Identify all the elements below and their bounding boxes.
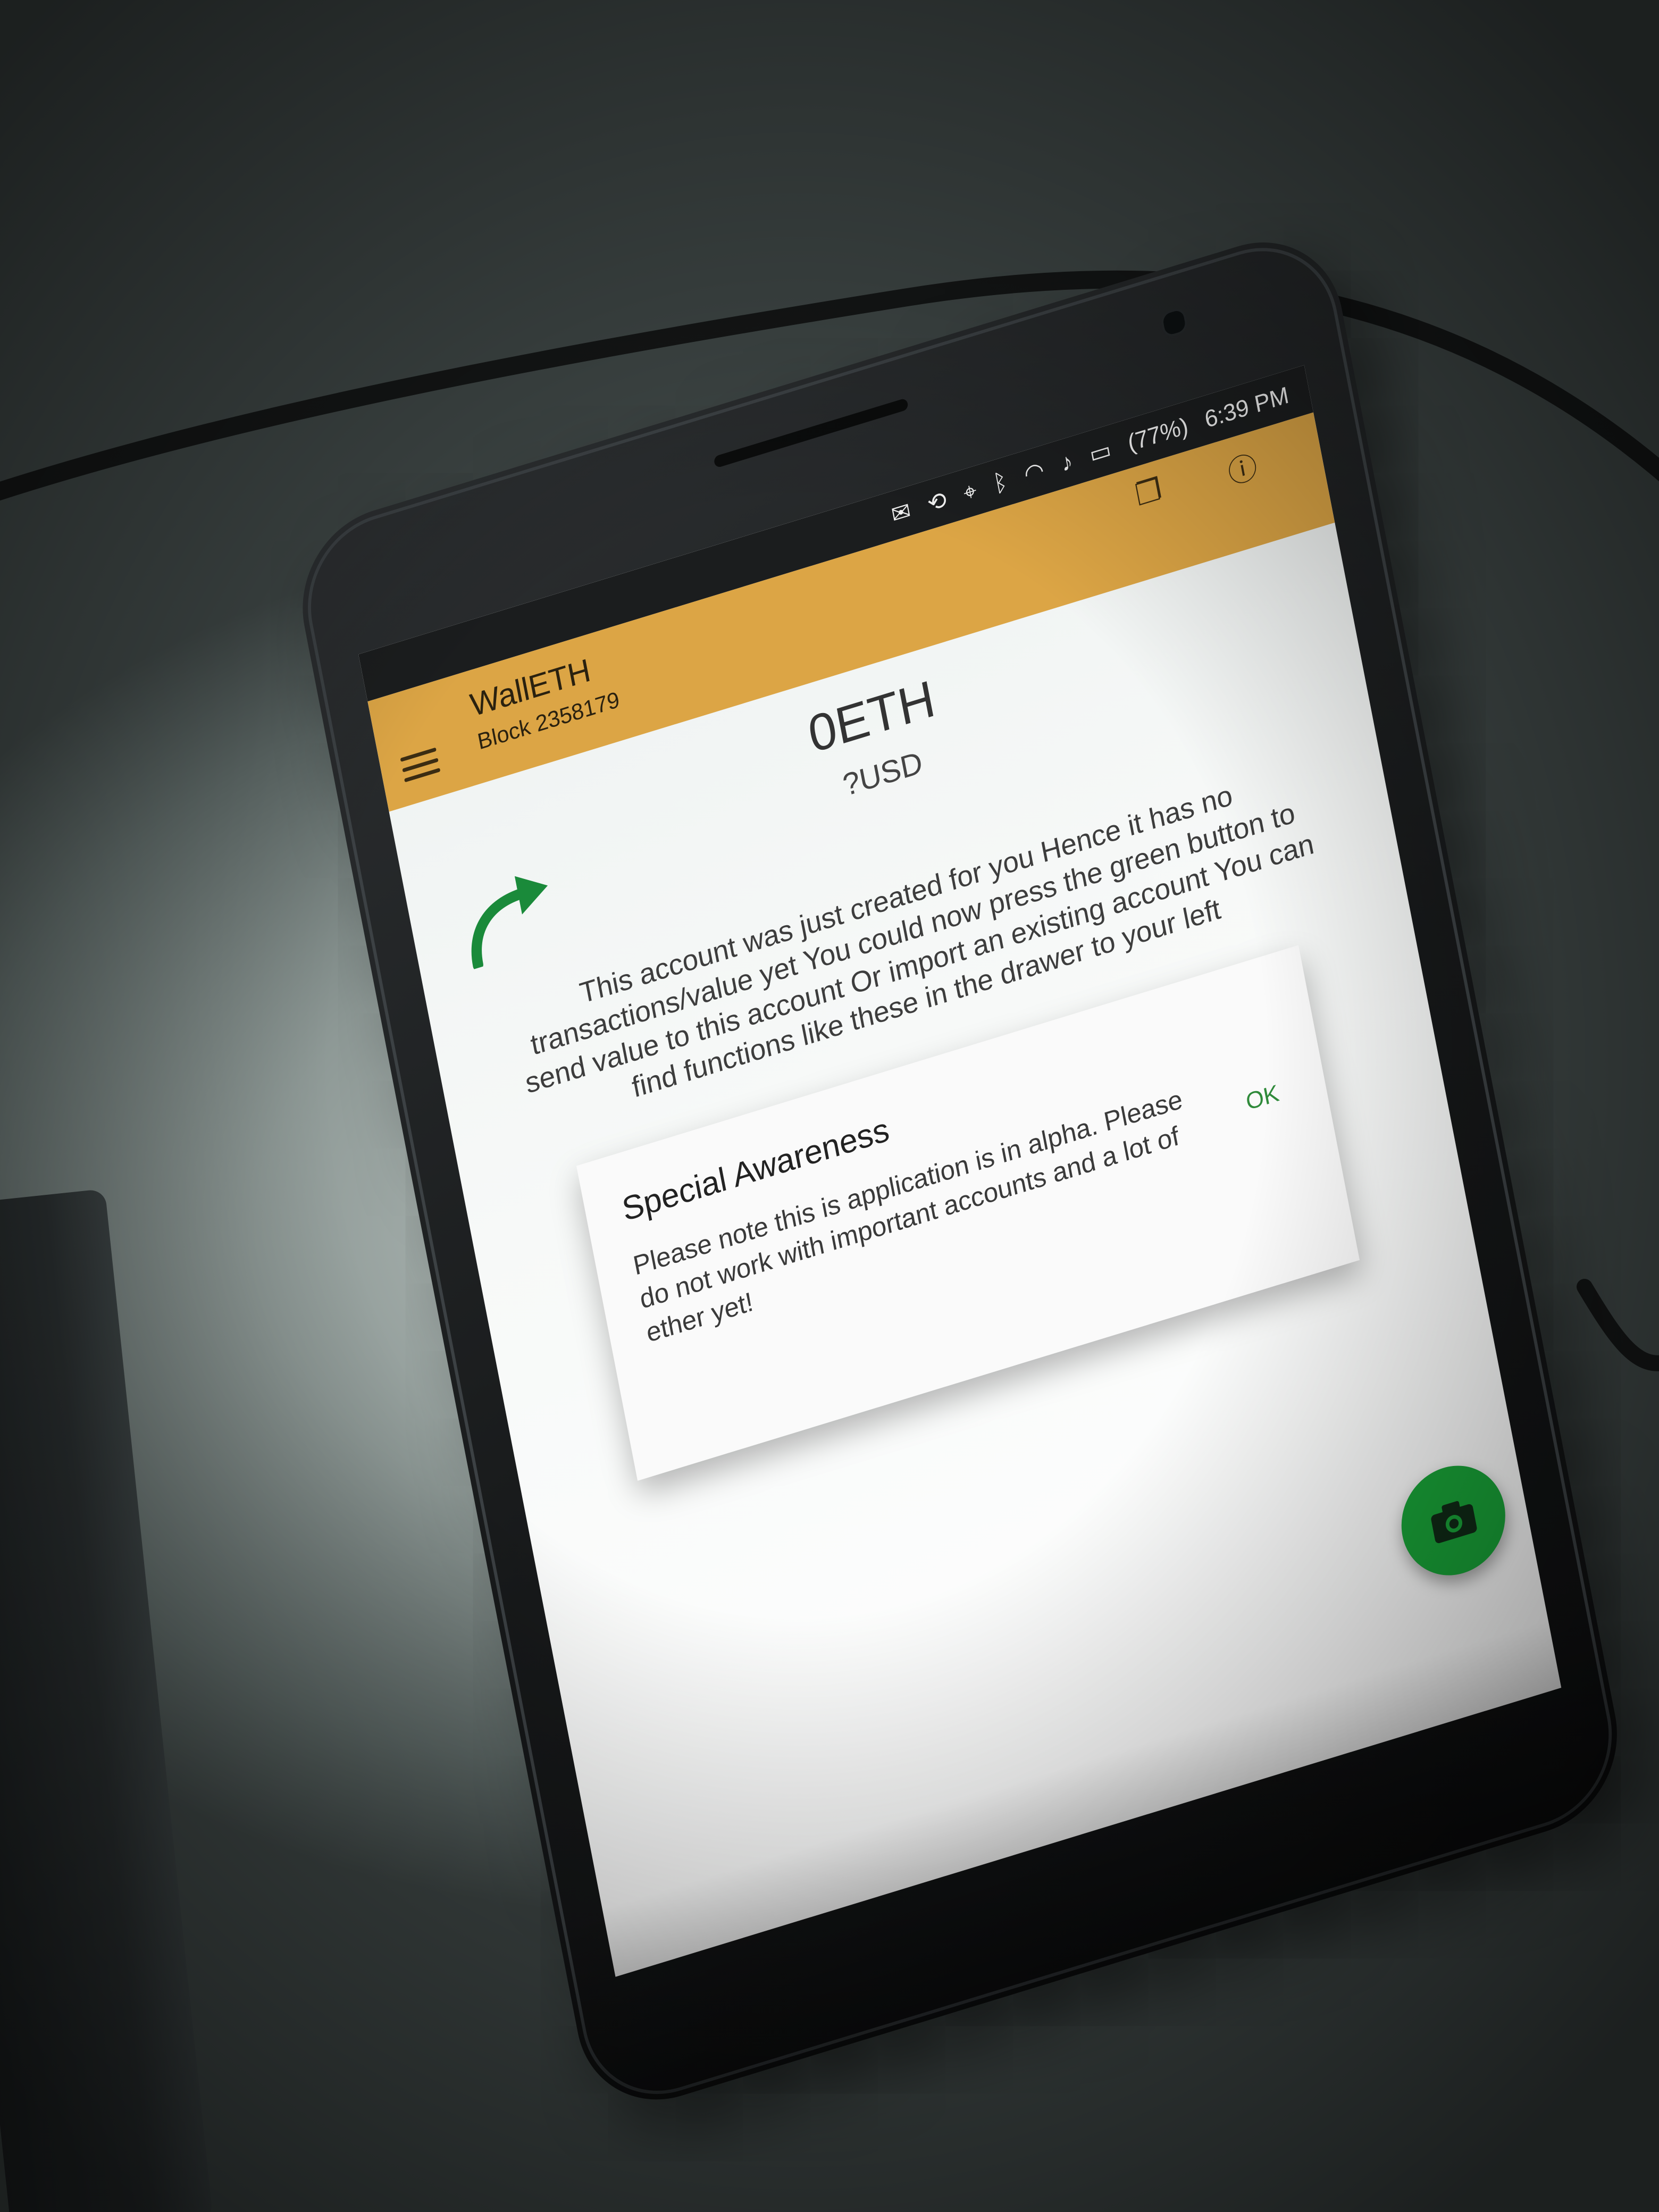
smartphone: ✉ ⟲ ⌖ ᛒ ◠ ♪ ▭ (77%) 6:39 PM WallETH Bloc… xyxy=(287,220,1633,2122)
location-icon: ⌖ xyxy=(961,477,979,507)
volume-icon: ♪ xyxy=(1059,448,1075,477)
bluetooth-icon: ᛒ xyxy=(991,467,1010,498)
camera-icon xyxy=(1431,1501,1477,1544)
battery-percent: (77%) xyxy=(1125,412,1191,457)
menu-icon[interactable] xyxy=(400,747,441,783)
ok-button[interactable]: OK xyxy=(1233,1071,1292,1124)
info-icon[interactable]: ⓘ xyxy=(1224,442,1261,493)
camera-fab-button[interactable] xyxy=(1392,1452,1515,1589)
curved-arrow-icon xyxy=(471,876,548,971)
rotation-lock-icon: ⟲ xyxy=(925,486,949,518)
dialog-body: Please note this is application is in al… xyxy=(631,1084,1185,1348)
dark-object-left xyxy=(0,1188,213,2212)
battery-icon: ▭ xyxy=(1087,436,1113,468)
copy-icon[interactable]: ❐ xyxy=(1133,471,1165,514)
photo-scene: ✉ ⟲ ⌖ ᛒ ◠ ♪ ▭ (77%) 6:39 PM WallETH Bloc… xyxy=(0,0,1659,2212)
mail-icon: ✉ xyxy=(889,497,913,529)
wifi-icon: ◠ xyxy=(1021,456,1046,489)
